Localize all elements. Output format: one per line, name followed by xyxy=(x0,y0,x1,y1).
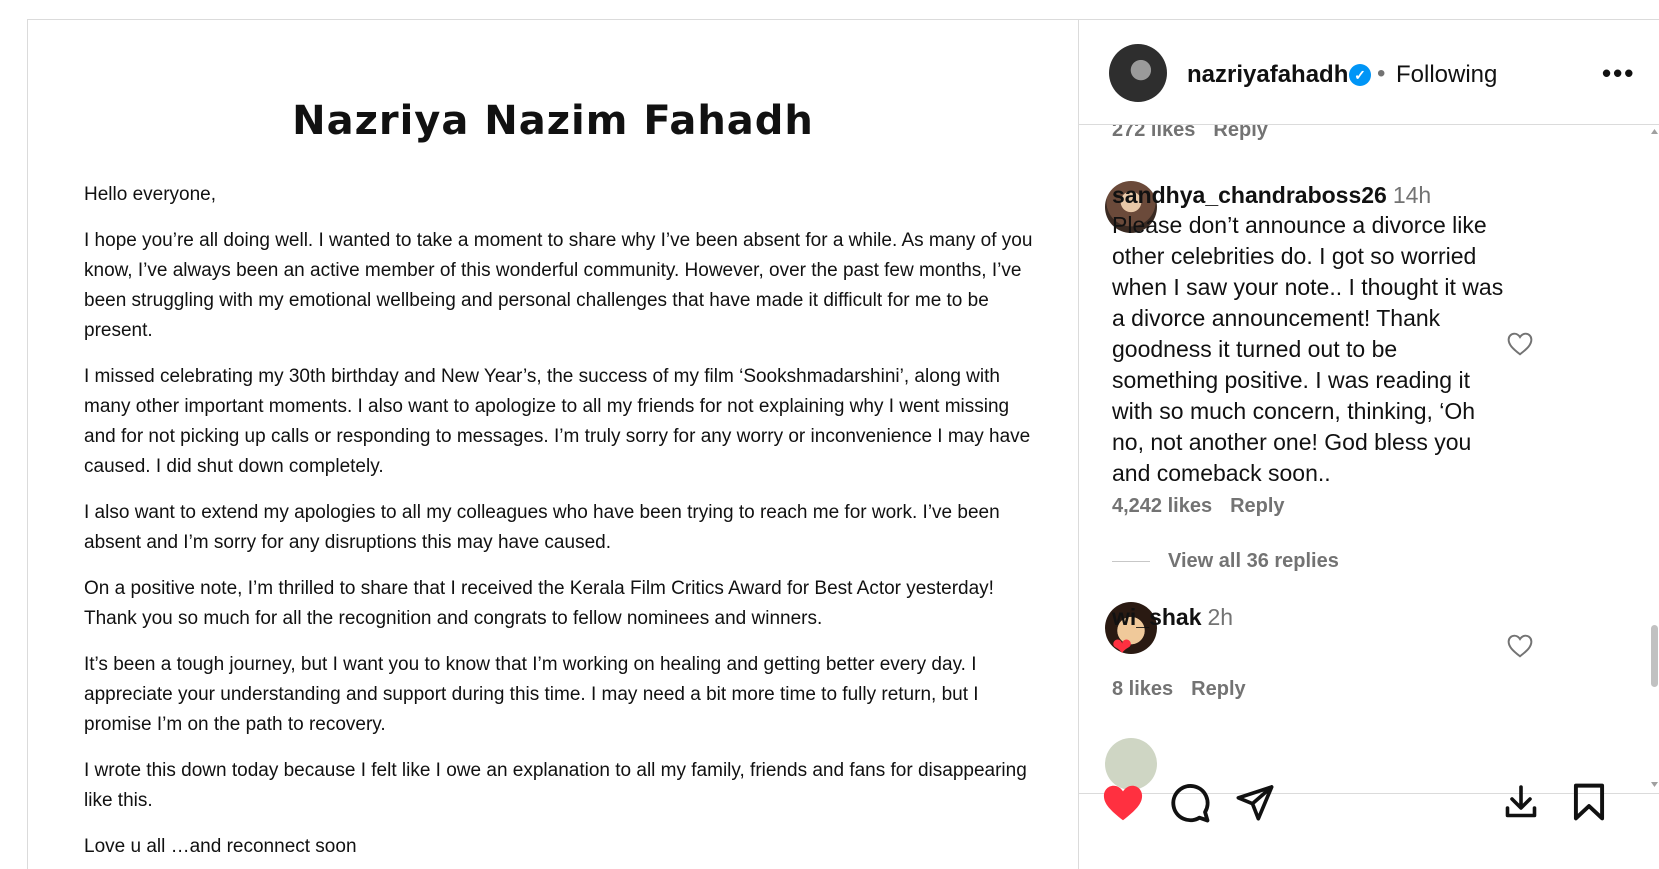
note-paragraph: Hello everyone, xyxy=(84,184,217,205)
reply-button[interactable]: Reply xyxy=(1191,678,1245,700)
scrollbar[interactable] xyxy=(1650,128,1659,788)
note-paragraph: I also want to extend my apologies to al… xyxy=(84,502,1000,553)
share-icon[interactable] xyxy=(1235,782,1275,822)
comment-meta: 272 likes Reply xyxy=(1112,125,1268,142)
note-body: Hello everyone, I hope you’re all doing … xyxy=(84,180,1044,869)
comment-username[interactable]: wi_shak 2h xyxy=(1112,604,1233,631)
view-replies-line xyxy=(1112,561,1150,562)
comment-username[interactable]: sandhya_chandraboss26 14h xyxy=(1112,182,1431,209)
author-username[interactable]: nazriyafahadh xyxy=(1187,61,1348,89)
comments-list: 272 likes Reply sandhya_chandraboss26 14h … xyxy=(1079,125,1659,793)
comment-meta: 4,242 likes Reply xyxy=(1112,495,1285,518)
comment-text: Please don’t announce a divorce like oth… xyxy=(1112,212,1504,486)
comment-time: 2h xyxy=(1207,604,1234,630)
post-header: nazriyafahadh ✓ • Following ••• xyxy=(1079,20,1659,125)
likes-count[interactable]: 272 likes xyxy=(1112,125,1195,141)
reply-button[interactable]: Reply xyxy=(1213,125,1267,141)
note-paragraph: Love u all …and reconnect soon xyxy=(84,836,357,857)
note-title: Nazriya Nazim Fahadh xyxy=(292,98,814,144)
download-icon[interactable] xyxy=(1503,784,1539,820)
bookmark-icon[interactable] xyxy=(1571,782,1607,822)
heart-outline-icon[interactable] xyxy=(1507,332,1533,356)
more-icon[interactable]: ••• xyxy=(1602,58,1635,89)
note-paragraph: On a positive note, I’m thrilled to shar… xyxy=(84,578,994,629)
action-bar xyxy=(1079,783,1659,869)
comment-username-text[interactable]: wi_shak xyxy=(1112,604,1202,630)
note-paragraph: I wrote this down today because I felt l… xyxy=(84,760,1027,811)
comment-icon[interactable] xyxy=(1169,782,1211,824)
following-button[interactable]: Following xyxy=(1396,61,1497,89)
note-paragraph: It’s been a tough journey, but I want yo… xyxy=(84,654,979,735)
comment-text: ❤ xyxy=(1112,634,1133,661)
note-paragraph: I missed celebrating my 30th birthday an… xyxy=(84,366,1031,477)
heart-outline-icon[interactable] xyxy=(1507,634,1533,658)
likes-count[interactable]: 8 likes xyxy=(1112,678,1173,700)
comment-username-text[interactable]: sandhya_chandraboss26 xyxy=(1112,182,1387,208)
comment-meta: 8 likes Reply xyxy=(1112,678,1246,701)
scrollbar-thumb[interactable] xyxy=(1651,625,1658,687)
avatar[interactable] xyxy=(1109,44,1167,102)
view-replies-button[interactable]: View all 36 replies xyxy=(1168,550,1339,573)
post-image: Nazriya Nazim Fahadh Hello everyone, I h… xyxy=(28,20,1078,869)
likes-count[interactable]: 4,242 likes xyxy=(1112,495,1212,517)
reply-button[interactable]: Reply xyxy=(1230,495,1284,517)
heart-filled-icon[interactable] xyxy=(1101,783,1145,823)
verified-icon: ✓ xyxy=(1349,64,1371,86)
comment-time: 14h xyxy=(1392,182,1432,208)
separator-dot: • xyxy=(1377,60,1386,87)
note-paragraph: I hope you’re all doing well. I wanted t… xyxy=(84,230,1033,341)
